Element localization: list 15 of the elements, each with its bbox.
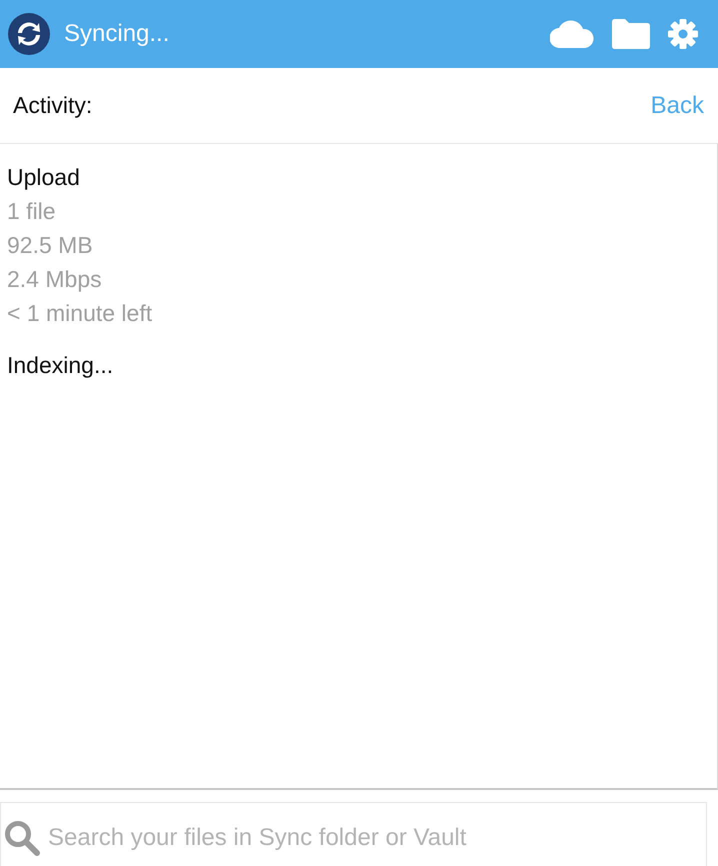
- activity-detail: 92.5 MB: [7, 231, 94, 260]
- activity-title: Indexing...: [7, 351, 114, 380]
- sync-logo-icon: [8, 13, 50, 55]
- header-title: Syncing...: [64, 20, 170, 48]
- activity-title: Upload: [7, 163, 81, 192]
- activity-label: Activity:: [13, 92, 92, 119]
- cloud-icon[interactable]: [550, 20, 594, 48]
- activity-detail: < 1 minute left: [7, 299, 154, 328]
- back-link[interactable]: Back: [650, 92, 704, 120]
- activity-detail: 1 file: [7, 197, 57, 226]
- search-box[interactable]: Search your files in Sync folder or Vault: [0, 802, 707, 866]
- search-icon: [4, 820, 40, 856]
- folder-icon[interactable]: [612, 19, 650, 49]
- settings-icon[interactable]: [668, 19, 698, 49]
- activity-detail: 2.4 Mbps: [7, 265, 103, 294]
